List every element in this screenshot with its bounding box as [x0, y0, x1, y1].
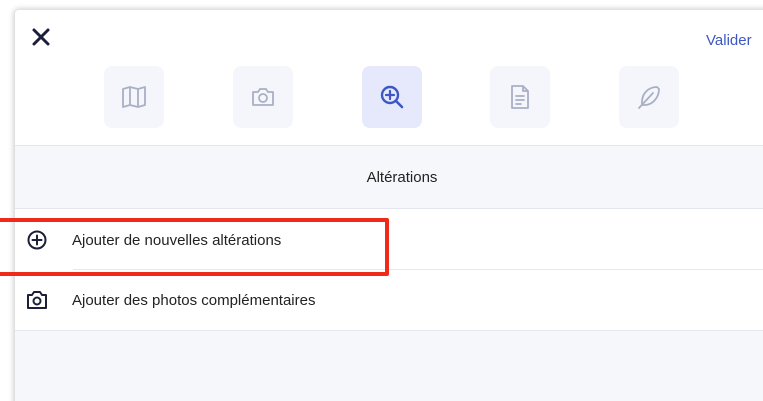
camera-icon [252, 88, 274, 106]
zoom-in-icon [380, 85, 404, 109]
add-photos-label: Ajouter des photos complémentaires [72, 291, 316, 309]
close-icon [32, 28, 50, 46]
section-title: Altérations [366, 169, 438, 186]
camera-icon [27, 291, 47, 309]
document-icon [511, 85, 529, 109]
add-alterations-row[interactable]: Ajouter de nouvelles altérations [15, 210, 763, 270]
book-icon [122, 86, 146, 108]
screen: Valider Altérations Ajouter de nouvelles… [0, 0, 763, 401]
plus-circle-icon [27, 230, 47, 250]
tool-feather[interactable] [619, 66, 679, 128]
empty-area [15, 331, 763, 401]
validate-button[interactable]: Valider [706, 32, 752, 49]
feather-icon [638, 86, 660, 109]
section-header: Altérations [15, 145, 763, 209]
tool-camera[interactable] [233, 66, 293, 128]
add-photos-row[interactable]: Ajouter des photos complémentaires [15, 270, 763, 330]
tool-zoom[interactable] [362, 66, 422, 128]
tool-book[interactable] [104, 66, 164, 128]
tool-document[interactable] [490, 66, 550, 128]
add-alterations-label: Ajouter de nouvelles altérations [72, 231, 282, 249]
close-button[interactable] [30, 26, 52, 48]
